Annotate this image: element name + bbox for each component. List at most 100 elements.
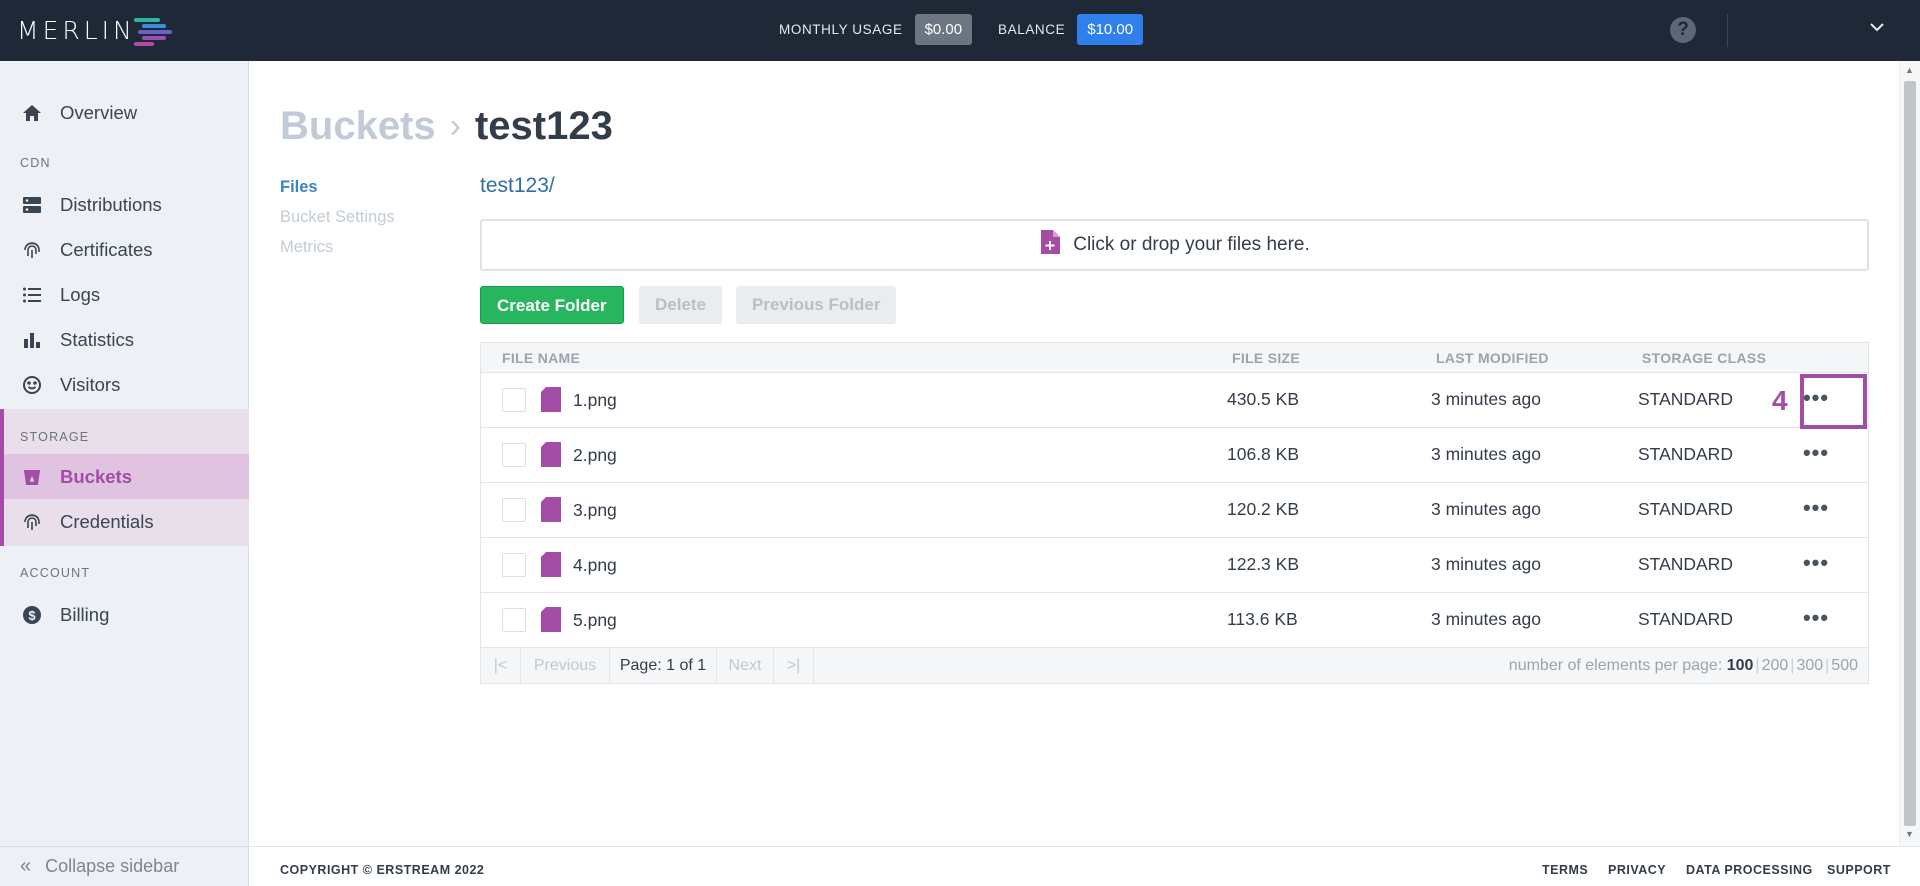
- per-page-option-300[interactable]: 300: [1796, 657, 1823, 674]
- sidebar-item-buckets[interactable]: Buckets: [4, 454, 249, 499]
- per-page-option-500[interactable]: 500: [1831, 657, 1858, 674]
- row-checkbox[interactable]: [502, 498, 526, 522]
- page-scrollbar[interactable]: ▲ ▼: [1899, 61, 1920, 846]
- file-name[interactable]: 1.png: [573, 390, 617, 411]
- balance: BALANCE $10.00: [998, 14, 1144, 45]
- column-header-file-size[interactable]: FILE SIZE: [1232, 350, 1300, 366]
- row-checkbox[interactable]: [502, 553, 526, 577]
- row-checkbox[interactable]: [502, 608, 526, 632]
- sidebar-item-label: Billing: [60, 603, 110, 625]
- page-title: test123: [474, 104, 613, 148]
- question-circle-icon[interactable]: ?: [1670, 17, 1696, 43]
- current-path[interactable]: test123/: [480, 174, 555, 198]
- scroll-up-arrow-icon[interactable]: ▲: [1905, 65, 1914, 75]
- storage-class: STANDARD: [1638, 444, 1733, 464]
- next-page-button[interactable]: Next: [717, 648, 774, 683]
- last-modified: 3 minutes ago: [1431, 499, 1541, 519]
- more-actions-icon[interactable]: •••: [1801, 495, 1831, 525]
- sidebar-item-label: Logs: [60, 283, 101, 305]
- merlin-logo[interactable]: MERLIN: [17, 10, 176, 50]
- file-dropzone[interactable]: Click or drop your files here.: [480, 219, 1869, 271]
- page-indicator: Page: 1 of 1: [610, 648, 717, 683]
- file-name[interactable]: 5.png: [573, 610, 617, 631]
- section-label-cdn: CDN: [20, 156, 51, 170]
- file-icon: [541, 607, 561, 632]
- sidebar-item-billing[interactable]: $ Billing: [0, 592, 249, 637]
- table-row[interactable]: 3.png 120.2 KB 3 minutes ago STANDARD ••…: [481, 483, 1868, 538]
- sidebar-item-label: Visitors: [60, 373, 121, 395]
- previous-page-button[interactable]: Previous: [521, 648, 610, 683]
- storage-class: STANDARD: [1638, 609, 1733, 629]
- footer-link-data-processing[interactable]: DATA PROCESSING: [1686, 863, 1813, 877]
- server-icon: [20, 193, 44, 217]
- breadcrumb: Buckets › test123: [280, 104, 613, 149]
- delete-button[interactable]: Delete: [639, 286, 723, 324]
- more-actions-icon[interactable]: •••: [1801, 605, 1831, 635]
- sidebar-item-certificates[interactable]: Certificates: [0, 227, 249, 272]
- balance-value[interactable]: $10.00: [1077, 14, 1144, 45]
- footer: COPYRIGHT © ERSTREAM 2022 TERMS PRIVACY …: [249, 846, 1920, 886]
- section-label-account: ACCOUNT: [20, 566, 91, 580]
- file-name[interactable]: 2.png: [573, 445, 617, 466]
- monthly-usage-label: MONTHLY USAGE: [779, 22, 903, 37]
- file-name[interactable]: 3.png: [573, 500, 617, 521]
- tab-bucket-settings[interactable]: Bucket Settings: [280, 202, 395, 232]
- file-size: 122.3 KB: [1227, 554, 1299, 574]
- storage-class: STANDARD: [1638, 389, 1733, 409]
- scroll-down-arrow-icon[interactable]: ▼: [1905, 829, 1914, 839]
- first-page-button[interactable]: |<: [481, 648, 521, 683]
- table-row[interactable]: 5.png 113.6 KB 3 minutes ago STANDARD ••…: [481, 593, 1868, 648]
- column-header-storage-class[interactable]: STORAGE CLASS: [1642, 350, 1766, 366]
- sidebar-item-overview[interactable]: Overview: [0, 90, 249, 135]
- last-modified: 3 minutes ago: [1431, 444, 1541, 464]
- per-page-option-100[interactable]: 100: [1727, 657, 1754, 674]
- footer-link-support[interactable]: SUPPORT: [1827, 863, 1891, 877]
- breadcrumb-buckets-link[interactable]: Buckets: [280, 104, 436, 149]
- sidebar-item-label: Overview: [60, 101, 138, 123]
- table-row[interactable]: 4.png 122.3 KB 3 minutes ago STANDARD ••…: [481, 538, 1868, 593]
- create-folder-button[interactable]: Create Folder: [480, 286, 624, 324]
- bar-chart-icon: [20, 328, 44, 352]
- tab-files[interactable]: Files: [280, 172, 395, 202]
- sidebar-item-statistics[interactable]: Statistics: [0, 317, 249, 362]
- sidebar-item-visitors[interactable]: Visitors: [0, 362, 249, 407]
- per-page-option-200[interactable]: 200: [1762, 657, 1789, 674]
- table-row[interactable]: 1.png 430.5 KB 3 minutes ago STANDARD ••…: [481, 373, 1868, 428]
- storage-group: STORAGE Buckets Credentials: [0, 409, 249, 546]
- sidebar-item-distributions[interactable]: Distributions: [0, 182, 249, 227]
- file-size: 106.8 KB: [1227, 444, 1299, 464]
- row-checkbox[interactable]: [502, 443, 526, 467]
- sidebar-item-credentials[interactable]: Credentials: [4, 499, 249, 544]
- file-icon: [541, 552, 561, 577]
- monthly-usage-value: $0.00: [914, 14, 973, 45]
- row-checkbox[interactable]: [502, 388, 526, 412]
- last-page-button[interactable]: >|: [774, 648, 814, 683]
- column-header-file-name[interactable]: FILE NAME: [502, 350, 580, 366]
- tab-metrics[interactable]: Metrics: [280, 232, 395, 262]
- per-page-selector: number of elements per page: 100 | 200 | 300…: [1508, 657, 1858, 674]
- scrollbar-thumb[interactable]: [1904, 81, 1916, 826]
- footer-link-privacy[interactable]: PRIVACY: [1608, 863, 1666, 877]
- dollar-icon: $: [20, 603, 44, 627]
- sidebar-item-logs[interactable]: Logs: [0, 272, 249, 317]
- table-header: FILE NAME FILE SIZE LAST MODIFIED STORAG…: [481, 343, 1868, 373]
- files-table: FILE NAME FILE SIZE LAST MODIFIED STORAG…: [480, 342, 1869, 684]
- fingerprint-icon: [20, 238, 44, 262]
- logo-text: MERLIN: [17, 15, 136, 45]
- more-actions-icon[interactable]: •••: [1801, 550, 1831, 580]
- chevron-down-icon[interactable]: [1869, 16, 1885, 37]
- sidebar-item-label: Certificates: [60, 238, 153, 260]
- highlight-box: [1800, 374, 1867, 429]
- last-modified: 3 minutes ago: [1431, 554, 1541, 574]
- fingerprint-icon: [20, 510, 44, 534]
- sidebar-item-label: Distributions: [60, 193, 162, 215]
- previous-folder-button[interactable]: Previous Folder: [736, 286, 897, 324]
- table-row[interactable]: 2.png 106.8 KB 3 minutes ago STANDARD ••…: [481, 428, 1868, 483]
- footer-link-terms[interactable]: TERMS: [1542, 863, 1588, 877]
- bucket-subnav: Files Bucket Settings Metrics: [280, 172, 395, 262]
- dropzone-text: Click or drop your files here.: [1073, 234, 1310, 255]
- column-header-last-modified[interactable]: LAST MODIFIED: [1436, 350, 1549, 366]
- more-actions-icon[interactable]: •••: [1801, 440, 1831, 470]
- file-name[interactable]: 4.png: [573, 555, 617, 576]
- collapse-sidebar-button[interactable]: « Collapse sidebar: [0, 846, 249, 886]
